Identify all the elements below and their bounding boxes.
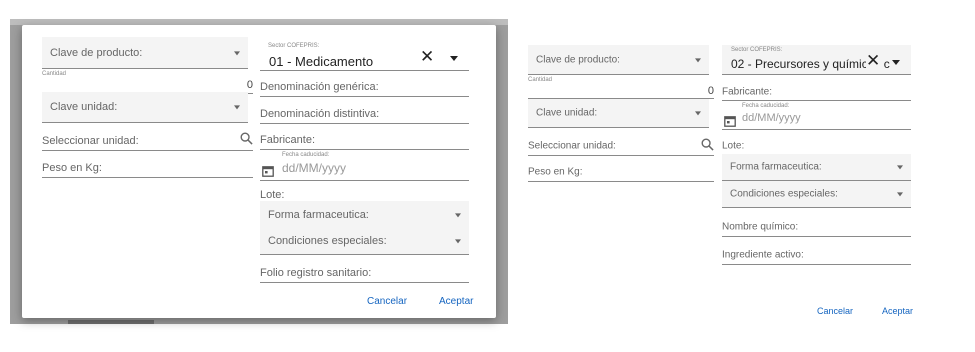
clave-unidad-label: Clave unidad: [50,101,118,113]
screenshot-stage: Clave de producto: Cantidad 0 Clave unid… [0,0,975,352]
cancel-button[interactable]: Cancelar [817,306,853,316]
chevron-down-icon [695,111,701,116]
condiciones-especiales-label: Condiciones especiales: [730,188,838,200]
sector-cofepris-value: 01 - Medicamento [269,54,374,69]
cantidad-field[interactable]: Cantidad 0 [42,69,253,94]
sector-cofepris-label: Sector COFEPRIS: [731,47,783,53]
fecha-caducidad-placeholder: dd/MM/yyyy [742,112,801,124]
cantidad-value: 0 [246,79,253,91]
product-dialog-precursores: Clave de producto: Cantidad 0 Clave unid… [520,25,950,325]
clave-unidad-label: Clave unidad: [536,107,598,119]
condiciones-especiales-label: Condiciones especiales: [268,235,387,247]
condiciones-especiales-select[interactable]: Condiciones especiales: [722,181,911,208]
lote-label: Lote: [260,188,285,201]
calendar-icon[interactable] [724,115,736,127]
accept-button[interactable]: Aceptar [882,306,913,316]
condiciones-especiales-select[interactable]: Condiciones especiales: [260,228,469,255]
clave-producto-label: Clave de producto: [536,54,620,65]
chevron-down-icon [234,105,240,110]
fabricante-label: Fabricante: [722,86,773,97]
forma-farmaceutica-select[interactable]: Forma farmaceutica: [260,201,469,229]
seleccionar-unidad-label: Seleccionar unidad: [42,134,139,147]
accept-button[interactable]: Aceptar [439,296,473,307]
denominacion-generica-input[interactable]: Denominación genérica: [260,77,469,97]
fabricante-input[interactable]: Fabricante: [260,130,469,150]
denominacion-distintiva-label: Denominación distintiva: [260,107,380,120]
chevron-down-icon [234,50,240,55]
nombre-quimico-label: Nombre químico: [722,221,799,233]
chevron-down-icon[interactable] [450,56,458,61]
product-dialog-medicamento: Clave de producto: Cantidad 0 Clave unid… [22,25,496,318]
cancel-button[interactable]: Cancelar [367,296,407,307]
ingrediente-activo-input[interactable]: Ingrediente activo: [722,246,911,265]
seleccionar-unidad-input[interactable]: Seleccionar unidad: [42,131,253,151]
backdrop-scroll-bar [68,320,154,324]
peso-kg-label: Peso en Kg: [42,161,102,174]
cantidad-label: Cantidad [528,77,553,83]
chevron-down-icon [455,212,461,217]
cantidad-label: Cantidad [42,71,67,77]
clave-producto-label: Clave de producto: [50,46,143,59]
clave-unidad-select[interactable]: Clave unidad: [528,99,709,128]
chevron-down-icon [897,165,903,170]
peso-kg-label: Peso en Kg: [528,166,583,178]
forma-farmaceutica-label: Forma farmaceutica: [268,208,369,221]
seleccionar-unidad-label: Seleccionar unidad: [528,140,616,152]
forma-farmaceutica-label: Forma farmaceutica: [730,161,822,173]
fecha-caducidad-placeholder: dd/MM/yyyy [282,161,347,175]
chevron-down-icon[interactable] [892,60,900,65]
ingrediente-activo-label: Ingrediente activo: [722,249,804,261]
clave-producto-select[interactable]: Clave de producto: [528,45,709,75]
search-icon[interactable] [240,132,253,145]
chevron-down-icon [897,192,903,197]
fabricante-input[interactable]: Fabricante: [722,83,911,101]
cantidad-field[interactable]: Cantidad 0 [528,75,714,99]
fecha-caducidad-input[interactable]: Fecha caducidad: dd/MM/yyyy [722,102,911,130]
clave-producto-select[interactable]: Clave de producto: [42,37,248,69]
forma-farmaceutica-select[interactable]: Forma farmaceutica: [722,154,911,181]
calendar-icon[interactable] [262,165,274,177]
close-icon[interactable]: ✕ [420,48,434,65]
peso-kg-input[interactable]: Peso en Kg: [42,158,253,178]
peso-kg-input[interactable]: Peso en Kg: [528,163,714,182]
fecha-caducidad-input[interactable]: Fecha caducidad: dd/MM/yyyy [260,151,469,181]
fabricante-label: Fabricante: [260,133,316,146]
sector-cofepris-select[interactable]: Sector COFEPRIS: 01 - Medicamento ✕ [260,39,469,71]
seleccionar-unidad-input[interactable]: Seleccionar unidad: [528,137,714,156]
fecha-caducidad-label: Fecha caducidad: [282,152,330,158]
close-icon[interactable]: ✕ [866,52,881,69]
cantidad-value: 0 [707,85,714,97]
sector-cofepris-select[interactable]: Sector COFEPRIS: 02 - Precursores y quím… [722,45,911,75]
denominacion-generica-label: Denominación genérica: [260,80,379,93]
sector-cofepris-label: Sector COFEPRIS: [268,43,320,49]
nombre-quimico-input[interactable]: Nombre químico: [722,218,911,237]
fecha-caducidad-label: Fecha caducidad: [742,103,790,109]
search-icon[interactable] [701,138,714,151]
denominacion-distintiva-input[interactable]: Denominación distintiva: [260,104,469,124]
clave-unidad-select[interactable]: Clave unidad: [42,92,248,123]
folio-registro-label: Folio registro sanitario: [260,267,372,279]
chevron-down-icon [455,239,461,244]
lote-label: Lote: [722,140,745,152]
folio-registro-input[interactable]: Folio registro sanitario: [260,264,469,283]
chevron-down-icon [695,57,701,62]
